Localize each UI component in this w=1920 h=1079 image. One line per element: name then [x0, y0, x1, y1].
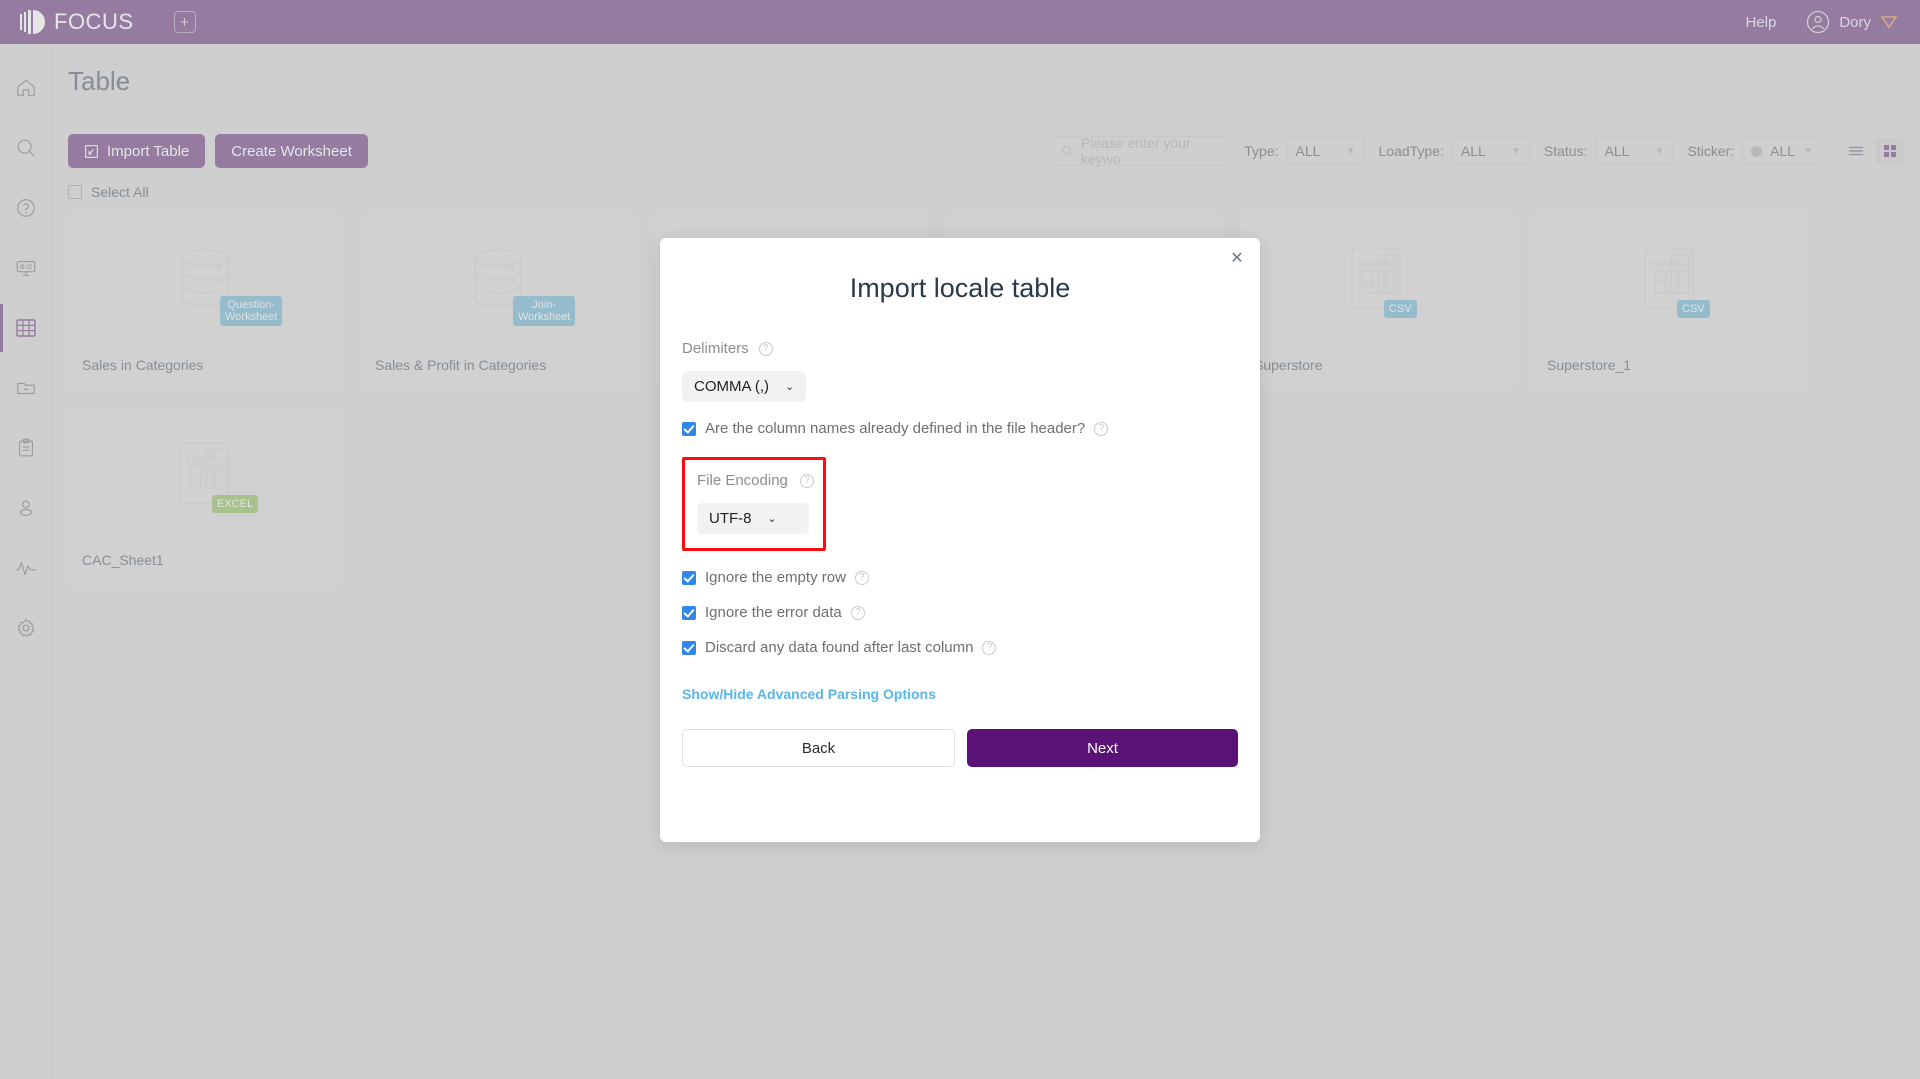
delimiters-value: COMMA (,) — [694, 378, 769, 395]
question-circle-icon[interactable]: ? — [850, 605, 865, 620]
ignore-error-data-checkbox[interactable] — [682, 605, 696, 620]
dialog-body: Delimiters ? COMMA (,) ⌄ Are the column … — [660, 304, 1260, 702]
delimiters-label: Delimiters — [682, 340, 749, 357]
close-icon[interactable]: ✕ — [1228, 249, 1246, 267]
file-encoding-select[interactable]: UTF-8 ⌄ — [697, 503, 809, 534]
question-circle-icon[interactable]: ? — [854, 570, 869, 585]
ignore-error-data-checkbox-row[interactable]: Ignore the error data ? — [682, 604, 1238, 621]
question-circle-icon[interactable]: ? — [799, 473, 814, 488]
question-circle-icon[interactable]: ? — [758, 341, 773, 356]
file-encoding-label: File Encoding — [697, 472, 788, 489]
delimiters-select[interactable]: COMMA (,) ⌄ — [682, 371, 807, 402]
chevron-down-icon: ⌄ — [785, 381, 795, 393]
header-defined-label: Are the column names already defined in … — [705, 420, 1086, 437]
ignore-empty-row-checkbox-row[interactable]: Ignore the empty row ? — [682, 569, 1238, 586]
file-encoding-label-row: File Encoding ? — [697, 472, 823, 489]
ignore-empty-row-label: Ignore the empty row — [705, 569, 846, 586]
discard-after-last-column-label: Discard any data found after last column — [705, 639, 974, 656]
question-circle-icon[interactable]: ? — [1094, 421, 1109, 436]
discard-after-last-column-checkbox-row[interactable]: Discard any data found after last column… — [682, 639, 1238, 656]
question-circle-icon[interactable]: ? — [982, 640, 997, 655]
ignore-error-data-label: Ignore the error data — [705, 604, 842, 621]
file-encoding-highlight: File Encoding ? UTF-8 ⌄ — [682, 457, 826, 551]
header-defined-checkbox[interactable] — [682, 421, 696, 436]
back-button[interactable]: Back — [682, 729, 955, 767]
chevron-down-icon: ⌄ — [767, 513, 777, 525]
advanced-parsing-options-link[interactable]: Show/Hide Advanced Parsing Options — [682, 686, 1238, 702]
delimiters-label-row: Delimiters ? — [682, 340, 1238, 357]
ignore-empty-row-checkbox[interactable] — [682, 570, 696, 585]
next-button[interactable]: Next — [967, 729, 1238, 767]
discard-after-last-column-checkbox[interactable] — [682, 640, 696, 655]
file-encoding-value: UTF-8 — [709, 510, 752, 527]
dialog-actions: Back Next — [660, 702, 1260, 767]
import-locale-table-dialog: ✕ Import locale table Delimiters ? COMMA… — [660, 238, 1260, 842]
header-defined-checkbox-row[interactable]: Are the column names already defined in … — [682, 420, 1238, 437]
dialog-title: Import locale table — [849, 273, 1071, 303]
